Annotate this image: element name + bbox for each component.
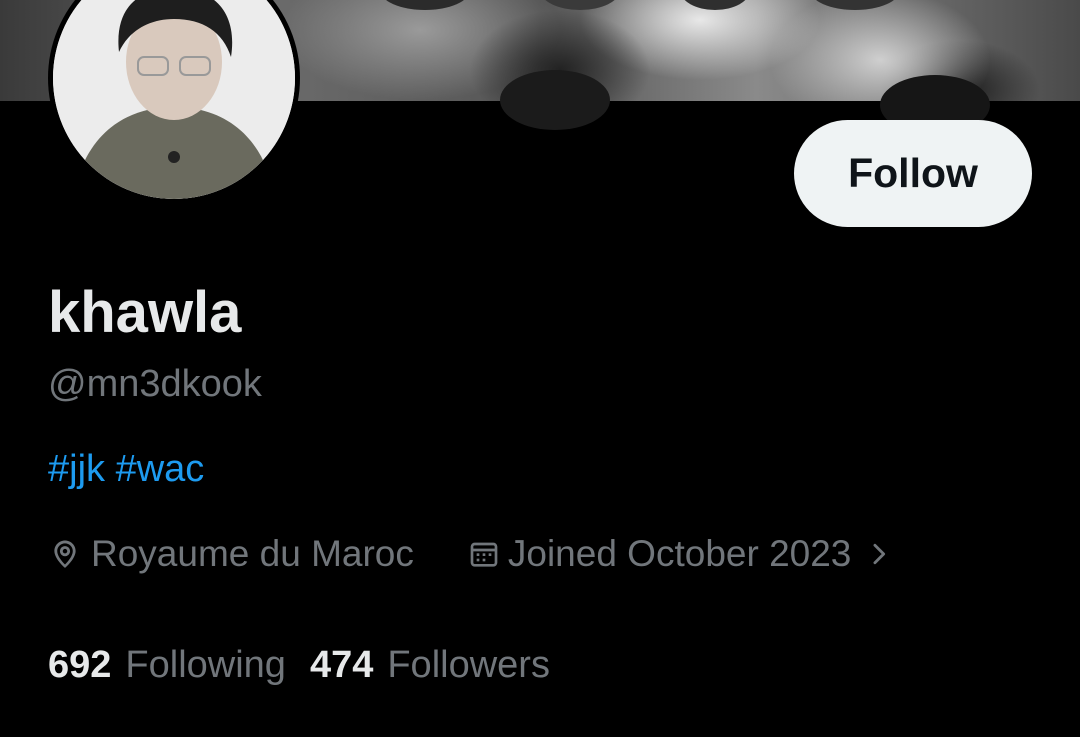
hashtag-link-wac[interactable]: #wac <box>116 448 205 490</box>
hashtag-link-jjk[interactable]: #jjk <box>48 448 105 490</box>
profile-display-name: khawla <box>48 280 242 345</box>
calendar-icon <box>470 542 498 567</box>
location-item: Royaume du Maroc <box>48 533 414 575</box>
profile-stats-row: 692 Following 474 Followers <box>48 640 550 690</box>
followers-label: Followers <box>387 643 550 686</box>
followers-count: 474 <box>309 643 374 686</box>
joined-date-text: Joined October 2023 <box>507 533 852 574</box>
follow-button[interactable]: Follow <box>794 120 1032 227</box>
profile-meta-row: Royaume du Maroc Joined October 2023 <box>48 530 893 578</box>
profile-bio: #jjk #wac <box>48 444 204 494</box>
location-pin-icon <box>54 540 76 568</box>
chevron-right-icon <box>873 543 886 565</box>
following-label: Following <box>125 643 286 686</box>
following-count: 692 <box>48 643 112 686</box>
profile-handle: @mn3dkook <box>48 363 262 405</box>
joined-date-item[interactable]: Joined October 2023 <box>468 533 894 575</box>
following-link[interactable]: 692 Following <box>48 644 286 687</box>
profile-avatar[interactable] <box>48 0 300 204</box>
location-text: Royaume du Maroc <box>91 533 414 574</box>
followers-link[interactable]: 474 Followers <box>310 644 550 687</box>
avatar-image <box>53 0 295 199</box>
avatar-photo-icon <box>53 0 295 199</box>
